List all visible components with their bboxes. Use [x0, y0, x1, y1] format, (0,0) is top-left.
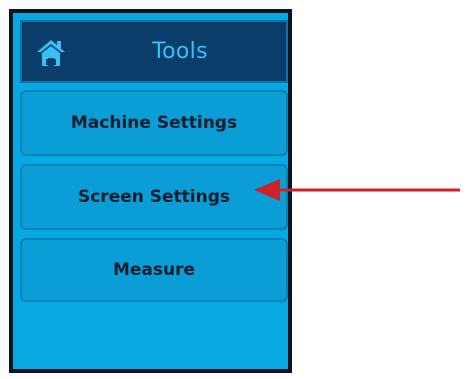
tools-header: Tools	[20, 20, 288, 83]
device-screen: Tools Machine Settings Screen Settings M…	[9, 9, 292, 373]
measure-button[interactable]: Measure	[20, 238, 288, 302]
home-icon[interactable]	[35, 36, 67, 68]
screen-settings-button[interactable]: Screen Settings	[20, 164, 288, 230]
page-title: Tools	[152, 39, 208, 64]
machine-settings-button[interactable]: Machine Settings	[20, 90, 288, 156]
red-arrow-annotation	[254, 179, 460, 201]
